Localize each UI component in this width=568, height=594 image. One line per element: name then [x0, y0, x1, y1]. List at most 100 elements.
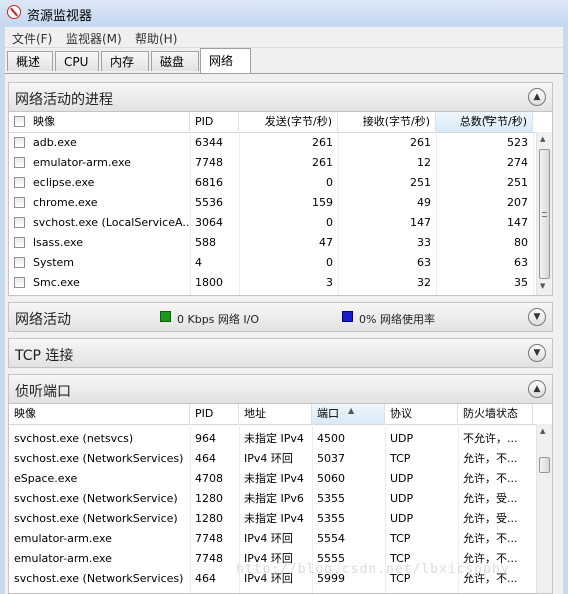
menu-help[interactable]: 帮助(H) [135, 30, 177, 47]
port-row[interactable]: eSpace.exe 4708 未指定 IPv4 5060 UDP 允许，不..… [9, 469, 533, 489]
menu-bar: 文件(F) 监视器(M) 帮助(H) [5, 27, 563, 48]
row-checkbox[interactable] [14, 217, 25, 228]
port-firewall-status: 不允许，... [463, 432, 518, 445]
process-row[interactable]: emulator-arm.exe 7748 261 12 274 [9, 153, 533, 173]
row-checkbox[interactable] [14, 157, 25, 168]
port-protocol: UDP [390, 472, 414, 485]
process-sent: 0 [326, 216, 333, 229]
port-pid: 7748 [195, 552, 223, 565]
column-sent[interactable]: 发送(字节/秒) [239, 112, 338, 132]
column-port-label: 端口 [317, 407, 339, 420]
process-row[interactable]: svchost.exe (LocalServiceA... 3064 0 147… [9, 213, 533, 233]
column-address[interactable]: 地址 [239, 404, 312, 424]
port-image: svchost.exe (NetworkServices) [14, 452, 184, 465]
port-row[interactable]: svchost.exe (NetworkService) 1280 未指定 IP… [9, 489, 533, 509]
scroll-up-icon[interactable]: ▲ [540, 135, 545, 143]
grip-icon [542, 212, 547, 217]
tab-cpu[interactable]: CPU [55, 51, 99, 71]
port-row[interactable]: emulator-arm.exe 7748 IPv4 环回 5554 TCP 允… [9, 529, 533, 549]
port-protocol: UDP [390, 512, 414, 525]
tab-overview[interactable]: 概述 [7, 51, 53, 71]
process-received: 261 [410, 136, 431, 149]
column-total-label: 总数(字节/秒) [459, 115, 527, 128]
process-image: svchost.exe (LocalServiceA... [33, 216, 190, 229]
row-checkbox[interactable] [14, 257, 25, 268]
network-io-label: 0 Kbps 网络 I/O [177, 313, 260, 326]
process-total: 207 [507, 196, 528, 209]
process-sent: 0 [326, 176, 333, 189]
process-row[interactable]: System 4 0 63 63 [9, 253, 533, 273]
processes-section-header[interactable]: 网络活动的进程 ▲ [8, 82, 553, 112]
column-port[interactable]: ▲ 端口 [312, 404, 385, 424]
menu-monitor[interactable]: 监视器(M) [66, 30, 122, 47]
column-protocol[interactable]: 协议 [385, 404, 458, 424]
port-row[interactable]: svchost.exe (NetworkServices) 464 IPv4 环… [9, 449, 533, 469]
expand-down-icon[interactable]: ▼ [528, 344, 546, 362]
process-received: 251 [410, 176, 431, 189]
network-activity-title: 网络活动 [15, 312, 71, 328]
column-pid[interactable]: PID [190, 404, 239, 424]
port-number: 5037 [317, 452, 345, 465]
tab-network[interactable]: 网络 [200, 48, 251, 73]
port-row[interactable]: svchost.exe (NetworkService) 1280 未指定 IP… [9, 509, 533, 529]
usage-legend-swatch [342, 311, 353, 322]
row-checkbox[interactable] [14, 137, 25, 148]
column-received[interactable]: 接收(字节/秒) [338, 112, 436, 132]
column-firewall-status[interactable]: 防火墙状态 [458, 404, 533, 424]
row-checkbox[interactable] [14, 177, 25, 188]
expand-down-icon[interactable]: ▼ [528, 308, 546, 326]
process-row[interactable]: chrome.exe 5536 159 49 207 [9, 193, 533, 213]
column-image[interactable]: 映像 [9, 404, 190, 424]
port-address: 未指定 IPv4 [244, 512, 304, 525]
network-activity-header[interactable]: 网络活动 0 Kbps 网络 I/O 0% 网络使用率 ▼ [8, 302, 553, 332]
port-firewall-status: 允许，受... [463, 492, 518, 505]
select-all-checkbox[interactable] [14, 116, 25, 127]
ports-scrollbar[interactable]: ▲ [536, 424, 552, 593]
port-number: 5355 [317, 492, 345, 505]
process-sent: 261 [312, 136, 333, 149]
tab-memory[interactable]: 内存 [101, 51, 149, 71]
sort-ascending-icon: ▲ [348, 406, 355, 415]
process-image: chrome.exe [33, 196, 98, 209]
column-total[interactable]: ▼ 总数(字节/秒) [436, 112, 533, 132]
column-image[interactable]: 映像 [9, 112, 190, 132]
tab-disk[interactable]: 磁盘 [151, 51, 199, 71]
process-total: 35 [514, 276, 528, 289]
port-protocol: TCP [390, 452, 411, 465]
process-image: Smc.exe [33, 276, 80, 289]
menu-file[interactable]: 文件(F) [12, 30, 52, 47]
port-number: 5554 [317, 532, 345, 545]
process-image: emulator-arm.exe [33, 156, 131, 169]
ports-table-header: 映像 PID 地址 ▲ 端口 协议 防火墙状态 [9, 404, 538, 425]
process-received: 63 [417, 256, 431, 269]
port-pid: 1280 [195, 492, 223, 505]
row-checkbox[interactable] [14, 197, 25, 208]
collapse-up-icon[interactable]: ▲ [528, 88, 546, 106]
scroll-up-icon[interactable]: ▲ [540, 427, 545, 435]
column-pid[interactable]: PID [190, 112, 239, 132]
port-row[interactable]: svchost.exe (netsvcs) 964 未指定 IPv4 4500 … [9, 429, 533, 449]
processes-scrollbar[interactable]: ▲ ▼ [536, 132, 552, 295]
scroll-down-icon[interactable]: ▼ [540, 282, 545, 290]
process-row[interactable]: Smc.exe 1800 3 32 35 [9, 273, 533, 293]
listening-ports-title: 侦听端口 [15, 384, 71, 400]
row-checkbox[interactable] [14, 237, 25, 248]
listening-ports-header[interactable]: 侦听端口 ▲ [8, 374, 553, 404]
tcp-connections-title: TCP 连接 [15, 348, 74, 364]
process-row[interactable]: lsass.exe 588 47 33 80 [9, 233, 533, 253]
port-pid: 1280 [195, 512, 223, 525]
process-row[interactable]: adb.exe 6344 261 261 523 [9, 133, 533, 153]
port-address: 未指定 IPv4 [244, 472, 304, 485]
port-image: eSpace.exe [14, 472, 78, 485]
process-row[interactable]: eclipse.exe 6816 0 251 251 [9, 173, 533, 193]
processes-table-header: 映像 PID 发送(字节/秒) 接收(字节/秒) ▼ 总数(字节/秒) [9, 112, 538, 133]
collapse-up-icon[interactable]: ▲ [528, 380, 546, 398]
process-pid: 6816 [195, 176, 223, 189]
divider [533, 132, 534, 295]
port-firewall-status: 允许，不... [463, 532, 518, 545]
row-checkbox[interactable] [14, 277, 25, 288]
tcp-connections-header[interactable]: TCP 连接 ▼ [8, 338, 553, 368]
process-pid: 3064 [195, 216, 223, 229]
scroll-thumb[interactable] [539, 457, 550, 473]
scroll-thumb[interactable] [539, 149, 550, 279]
